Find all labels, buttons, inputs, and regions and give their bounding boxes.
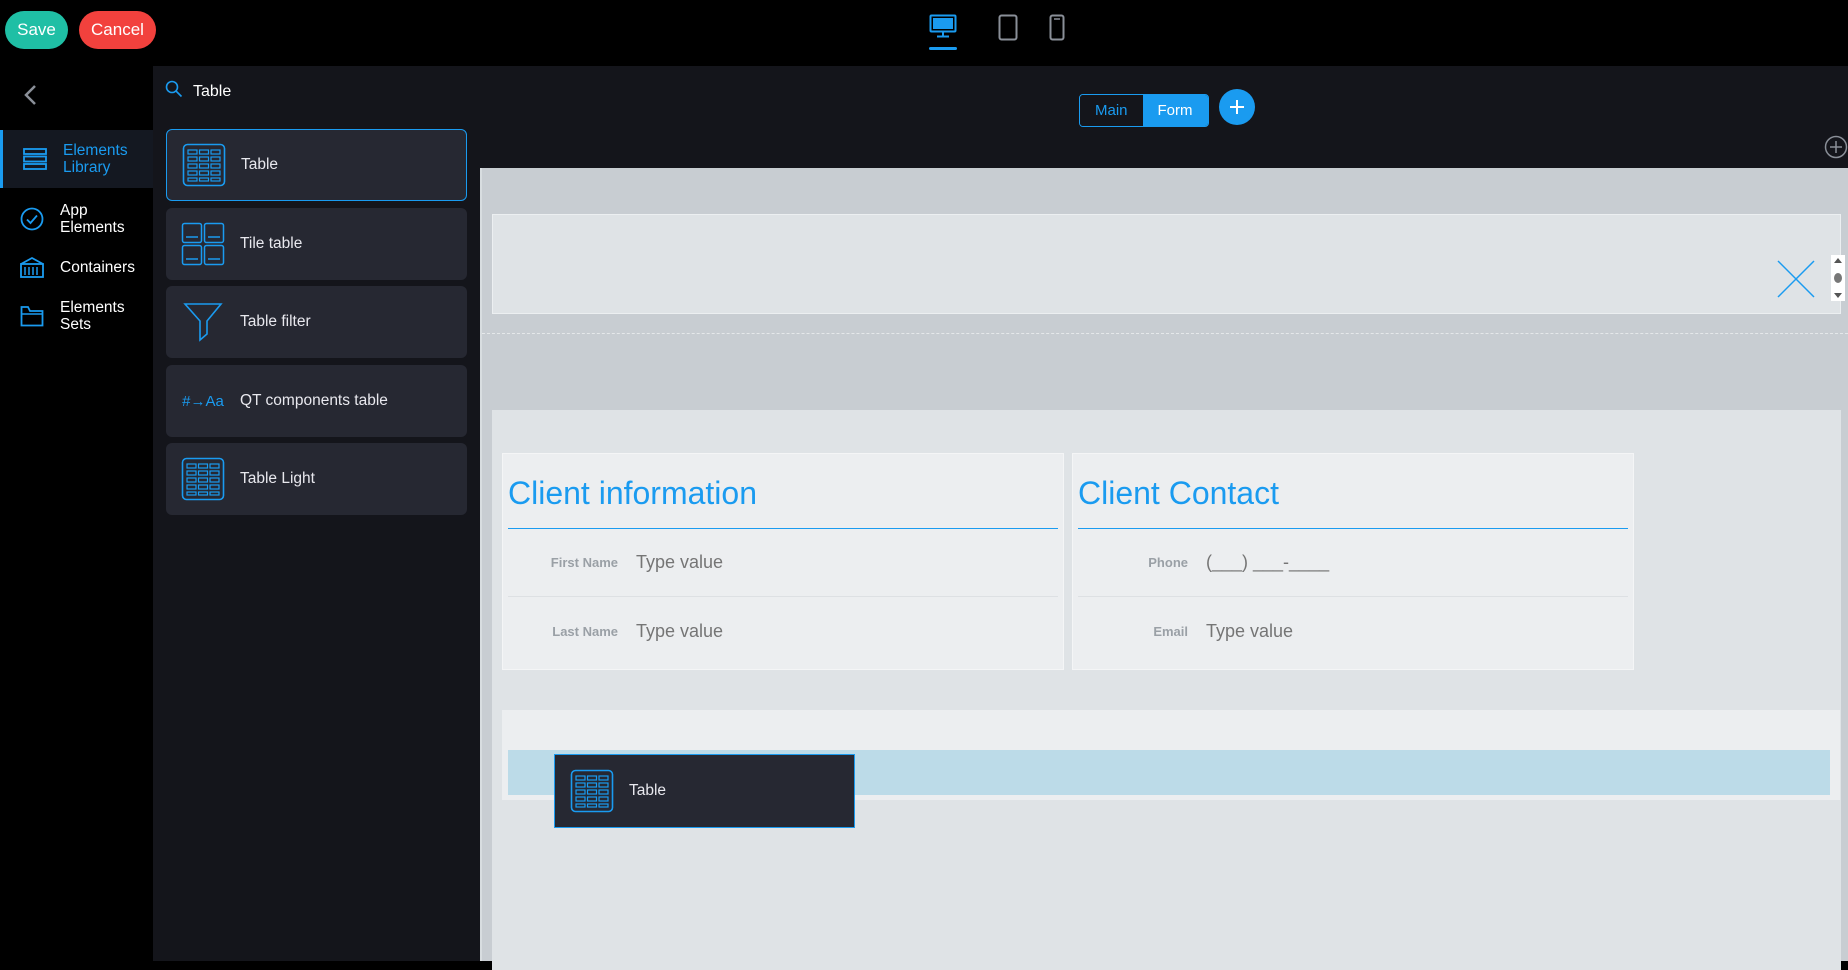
left-nav: Elements Library App Elements Containers… — [0, 66, 153, 961]
view-tabs: Main Form — [1079, 94, 1209, 127]
field-label: Phone — [1148, 555, 1188, 570]
tile-table-icon — [181, 222, 225, 266]
email-input[interactable] — [1204, 619, 1504, 643]
library-item-table-light[interactable]: Table Light — [166, 443, 467, 515]
check-circle-icon — [16, 207, 48, 231]
table-grid-icon — [570, 769, 614, 813]
library-item-tile-table[interactable]: Tile table — [166, 208, 467, 280]
tab-main[interactable]: Main — [1080, 95, 1143, 126]
field-row-email: Email — [1078, 597, 1628, 665]
dragged-item-label: Table — [629, 782, 667, 799]
library-item-qt-components-table[interactable]: #→Aa QT components table — [166, 365, 467, 437]
search-bar — [165, 80, 431, 103]
field-label: First Name — [550, 555, 618, 570]
field-row-last-name: Last Name — [508, 597, 1058, 665]
library-item-table-filter[interactable]: Table filter — [166, 286, 467, 358]
add-section-icon[interactable] — [1824, 135, 1848, 164]
first-name-input[interactable] — [634, 551, 934, 574]
library-item-label: Table Light — [240, 470, 315, 487]
table-grid-icon — [181, 457, 225, 501]
library-item-label: Table filter — [240, 313, 311, 330]
table-grid-icon — [182, 143, 226, 187]
close-icon[interactable] — [1776, 259, 1816, 304]
desktop-view-icon[interactable] — [928, 14, 958, 50]
nav-elements-sets[interactable]: Elements Sets — [0, 287, 153, 345]
plus-icon — [1230, 100, 1244, 114]
field-row-first-name: First Name — [508, 529, 1058, 597]
library-item-table[interactable]: Table — [166, 129, 467, 201]
top-toolbar: Save Cancel — [0, 0, 1848, 66]
add-tab-button[interactable] — [1219, 89, 1255, 125]
nav-label: Elements Sets — [60, 299, 125, 333]
filter-icon — [181, 300, 225, 344]
last-name-input[interactable] — [634, 619, 934, 643]
library-item-label: Tile table — [240, 235, 303, 252]
nav-elements-library[interactable]: Elements Library — [0, 130, 153, 188]
field-row-phone: Phone — [1078, 529, 1628, 597]
field-label: Last Name — [552, 623, 618, 639]
section-divider — [482, 333, 1848, 334]
hash-to-text-icon: #→Aa — [182, 392, 224, 410]
client-contact-card: Client Contact Phone Email — [1072, 453, 1634, 670]
tablet-view-icon[interactable] — [993, 14, 1023, 48]
card-title: Client information — [508, 475, 757, 511]
client-information-card: Client information First Name Last Name — [502, 453, 1064, 670]
folder-icon — [16, 305, 48, 327]
card-title: Client Contact — [1078, 475, 1279, 511]
form-body-section: Client information First Name Last Name … — [492, 410, 1841, 970]
elements-library-panel: Table Tile table Table filter #→Aa QT co… — [153, 66, 480, 961]
tab-form[interactable]: Form — [1142, 95, 1208, 126]
stack-icon — [19, 148, 51, 170]
form-page-canvas: Client information First Name Last Name … — [480, 168, 1848, 970]
phone-view-icon[interactable] — [1042, 14, 1072, 48]
nav-label: Containers — [60, 258, 135, 276]
nav-label: Elements Library — [63, 142, 128, 176]
dragged-table-item[interactable]: Table — [554, 754, 855, 828]
search-icon — [165, 80, 183, 103]
nav-label: App Elements — [60, 202, 125, 236]
library-item-label: QT components table — [240, 392, 388, 409]
cancel-button[interactable]: Cancel — [79, 11, 156, 49]
container-icon — [16, 256, 48, 278]
field-label: Email — [1153, 623, 1188, 639]
header-section — [492, 214, 1845, 314]
search-input[interactable] — [191, 81, 431, 102]
back-chevron-icon[interactable] — [22, 83, 40, 112]
save-button[interactable]: Save — [5, 11, 68, 49]
library-item-label: Table — [241, 156, 279, 173]
phone-input[interactable] — [1204, 551, 1504, 574]
scrollbar[interactable] — [1831, 255, 1845, 301]
